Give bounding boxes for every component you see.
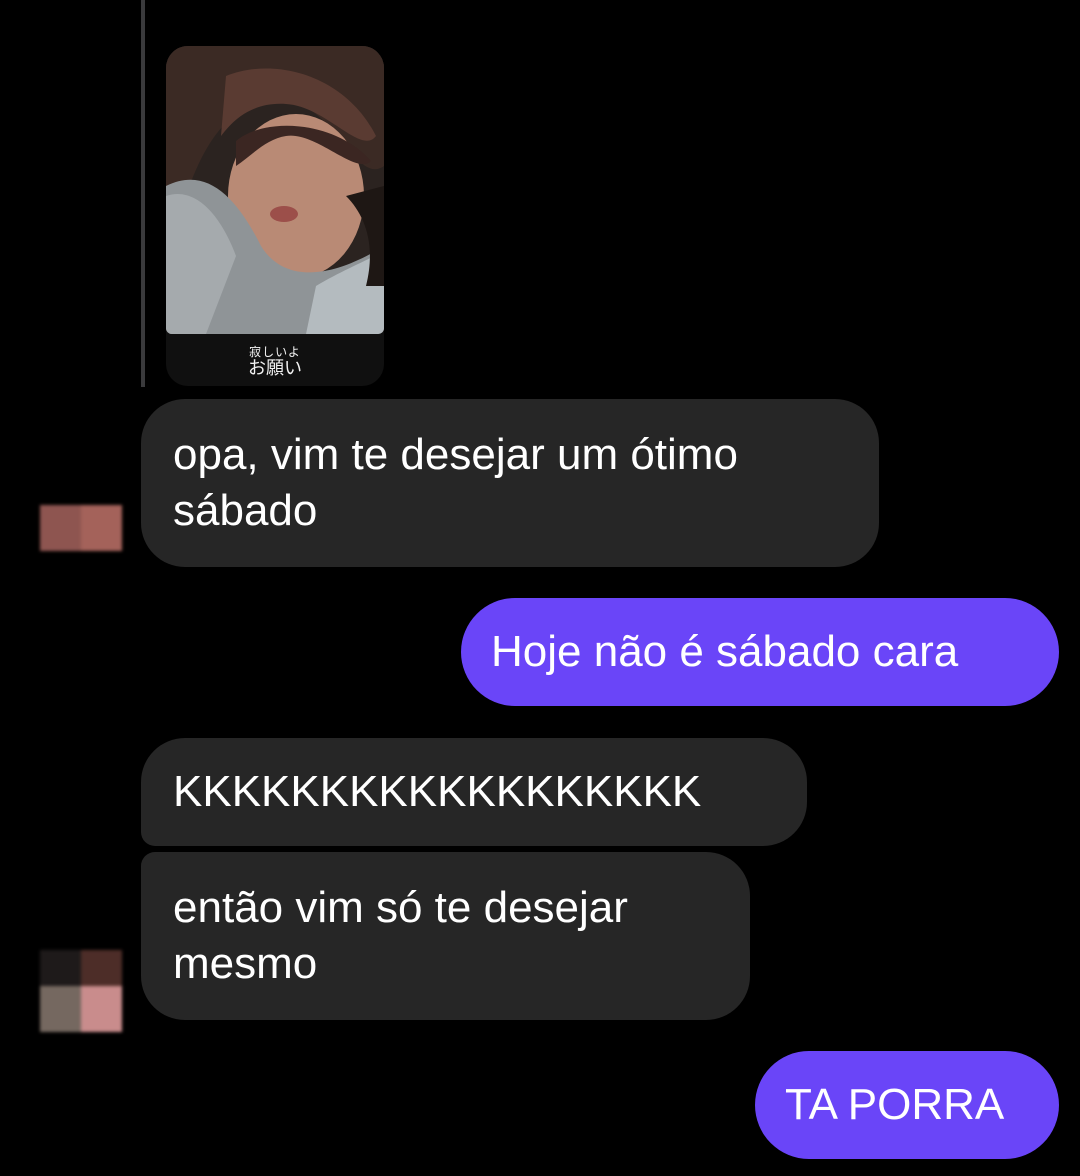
story-caption-ruby: 寂しいよ xyxy=(249,345,301,359)
contact-avatar[interactable] xyxy=(40,505,122,551)
avatar-pixel xyxy=(81,950,122,986)
message-bubble-incoming[interactable]: KKKKKKKKKKKKKKKKKK xyxy=(141,738,807,846)
message-bubble-incoming[interactable]: opa, vim te desejar um ótimo sábado xyxy=(141,399,879,567)
message-bubble-outgoing[interactable]: Hoje não é sábado cara xyxy=(461,598,1059,706)
message-text: KKKKKKKKKKKKKKKKKK xyxy=(173,767,702,816)
story-reply-indicator-line xyxy=(141,0,145,387)
message-bubble-incoming[interactable]: então vim só te desejar mesmo xyxy=(141,852,750,1020)
avatar-pixel xyxy=(81,505,122,551)
story-caption-text: お願い xyxy=(248,357,302,378)
message-text: então vim só te desejar xyxy=(173,883,628,932)
story-reply-card[interactable]: 寂しいよ お願い xyxy=(166,46,384,386)
message-bubble-outgoing[interactable]: TA PORRA xyxy=(755,1051,1059,1159)
story-photo-image xyxy=(166,46,384,334)
message-text: sábado xyxy=(173,486,318,535)
message-text: mesmo xyxy=(173,939,318,988)
story-caption: 寂しいよ お願い xyxy=(166,346,384,377)
avatar-pixel xyxy=(81,986,122,1032)
avatar-pixel xyxy=(40,950,81,986)
avatar-pixel xyxy=(40,505,81,551)
contact-avatar[interactable] xyxy=(40,950,122,1032)
message-text: TA PORRA xyxy=(785,1080,1005,1129)
message-text: opa, vim te desejar um ótimo xyxy=(173,430,738,479)
story-photo[interactable] xyxy=(166,46,384,334)
message-text: Hoje não é sábado cara xyxy=(491,627,959,676)
avatar-pixel xyxy=(40,986,81,1032)
